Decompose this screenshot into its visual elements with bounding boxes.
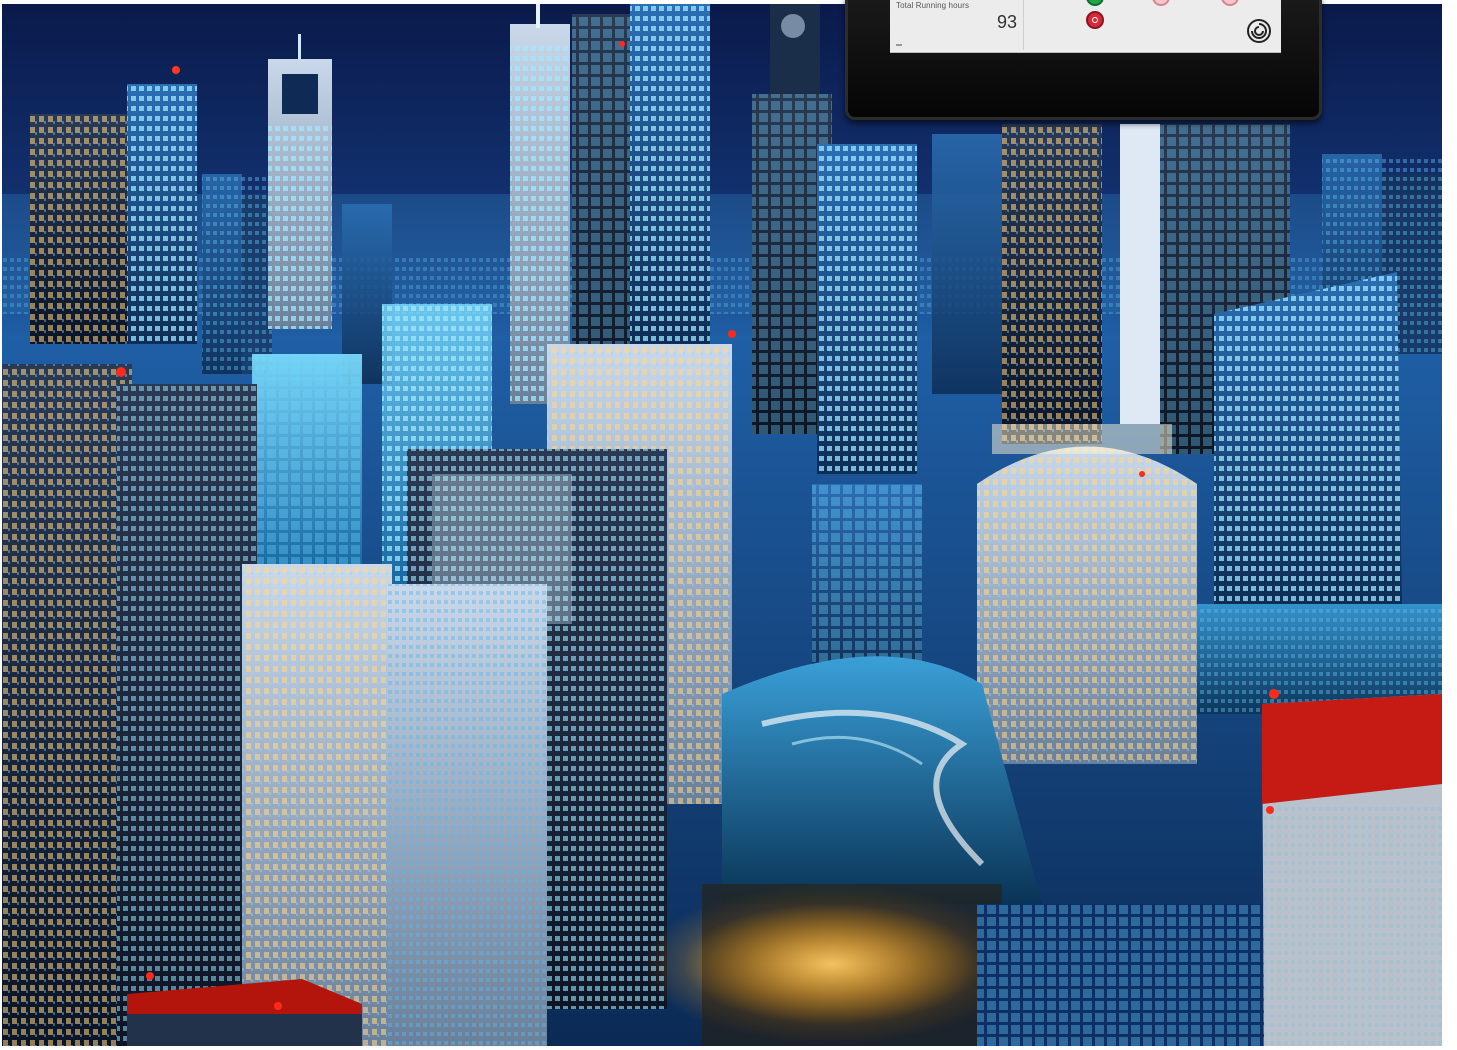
hmi-screen: Total Running hours 93 — [890, 0, 1281, 53]
skyline-illustration — [2, 4, 1442, 1046]
spiral-logo-icon — [1247, 19, 1271, 43]
start-button[interactable] — [1086, 0, 1104, 6]
indicator-button-2[interactable] — [1221, 0, 1239, 6]
stop-button[interactable] — [1086, 11, 1104, 29]
running-hours-value: 93 — [996, 12, 1017, 32]
running-hours-label: Total Running hours — [896, 1, 970, 10]
hmi-control-panel: Total Running hours 93 — [845, 0, 1322, 120]
city-night-skyline-photo — [2, 4, 1442, 1046]
indicator-button-1[interactable] — [1152, 0, 1170, 6]
readout-marker — [896, 44, 902, 46]
running-hours-readout: Total Running hours 93 — [890, 0, 1024, 50]
